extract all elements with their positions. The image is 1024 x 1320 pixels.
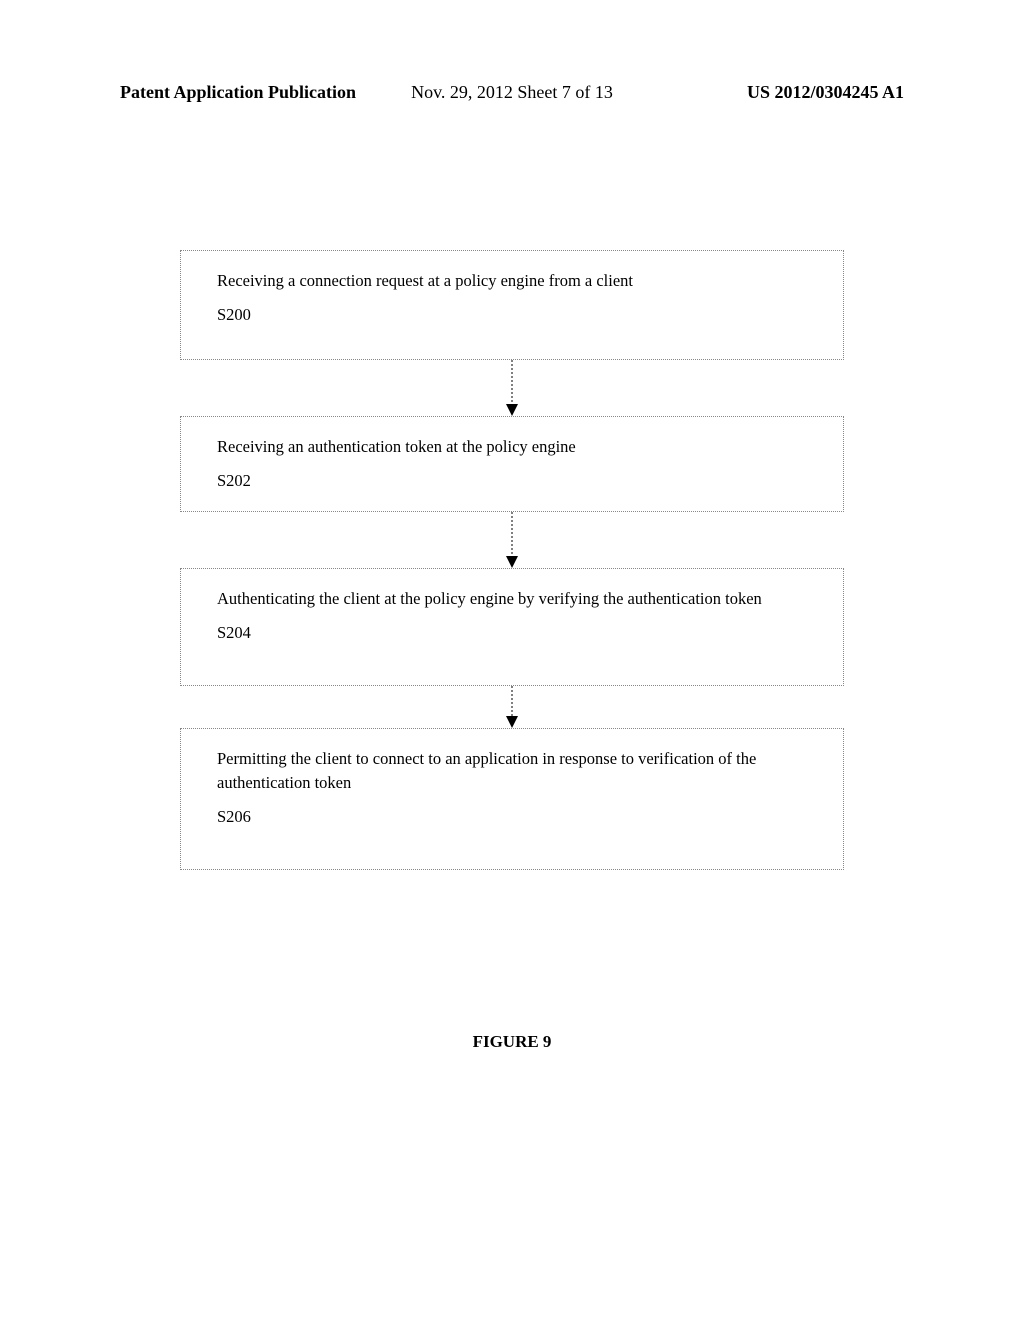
header-publication-number: US 2012/0304245 A1 (747, 82, 904, 103)
arrow-down-icon (502, 360, 522, 416)
flow-arrow (180, 360, 844, 416)
flow-step-text: Permitting the client to connect to an a… (217, 747, 807, 795)
flow-step-label: S200 (217, 305, 807, 325)
flow-step-text: Receiving an authentication token at the… (217, 435, 807, 459)
flow-step-box: Permitting the client to connect to an a… (180, 728, 844, 870)
flow-step-label: S206 (217, 807, 807, 827)
arrow-down-icon (502, 686, 522, 728)
page-header: Patent Application Publication Nov. 29, … (0, 82, 1024, 103)
flow-step-box: Receiving a connection request at a poli… (180, 250, 844, 360)
header-date-sheet: Nov. 29, 2012 Sheet 7 of 13 (411, 82, 613, 103)
flow-step-text: Receiving a connection request at a poli… (217, 269, 807, 293)
flow-arrow (180, 686, 844, 728)
flow-step-label: S204 (217, 623, 807, 643)
figure-caption: FIGURE 9 (0, 1032, 1024, 1052)
header-publication-type: Patent Application Publication (120, 82, 356, 103)
flow-arrow (180, 512, 844, 568)
flowchart-diagram: Receiving a connection request at a poli… (180, 250, 844, 870)
arrow-down-icon (502, 512, 522, 568)
flow-step-label: S202 (217, 471, 807, 491)
flow-step-box: Receiving an authentication token at the… (180, 416, 844, 512)
flow-step-text: Authenticating the client at the policy … (217, 587, 807, 611)
flow-step-box: Authenticating the client at the policy … (180, 568, 844, 686)
